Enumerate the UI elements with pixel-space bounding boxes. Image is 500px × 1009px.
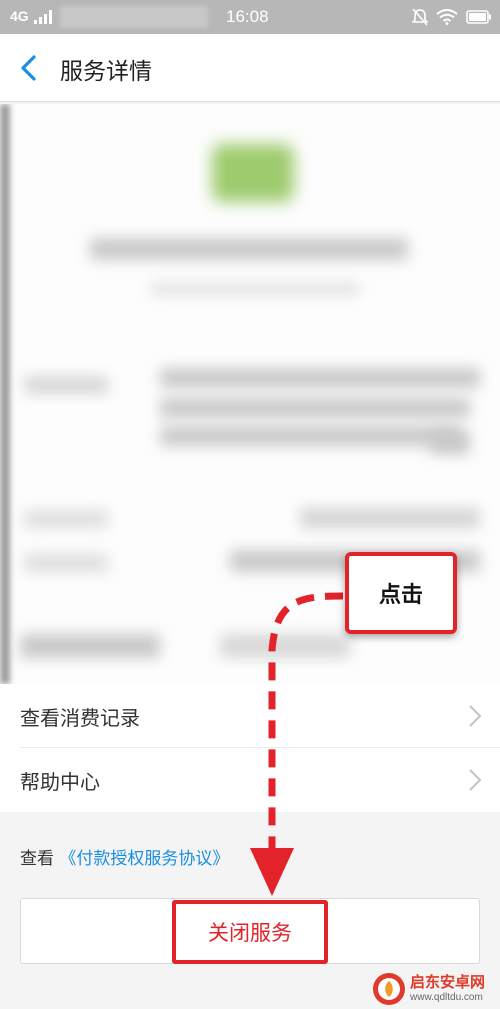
watermark-logo-icon (373, 972, 405, 1005)
mute-icon (412, 8, 428, 26)
nav-bar: 服务详情 (0, 34, 500, 102)
blur-block (220, 634, 350, 658)
status-bar: 4G 16:08 (0, 0, 500, 34)
network-type: 4G (10, 8, 29, 24)
battery-icon (466, 10, 491, 24)
blur-block (20, 634, 160, 658)
blur-block (430, 430, 470, 454)
click-callout: 点击 (345, 552, 457, 634)
blur-block (24, 554, 108, 572)
watermark: 启东安卓网 www.qdltdu.com (372, 968, 500, 1009)
watermark-text: 启东安卓网 www.qdltdu.com (410, 972, 486, 1003)
blur-edge (0, 104, 10, 684)
status-blur (60, 6, 208, 28)
menu-item-label: 帮助中心 (20, 770, 100, 794)
watermark-name: 启东安卓网 (410, 972, 486, 991)
blur-block (160, 426, 460, 446)
agreement-link[interactable]: 《付款授权服务协议》 (59, 849, 229, 869)
agreement-line: 查看 《付款授权服务协议》 (20, 844, 229, 869)
menu-list: 查看消费记录 帮助中心 (0, 684, 500, 812)
service-logo (212, 144, 294, 202)
wifi-icon (436, 9, 458, 25)
menu-item-help-center[interactable]: 帮助中心 (20, 748, 500, 812)
menu-item-label: 查看消费记录 (20, 706, 140, 730)
menu-item-consumption-records[interactable]: 查看消费记录 (20, 684, 500, 748)
blur-block (150, 284, 360, 294)
status-time: 16:08 (226, 7, 269, 26)
signal-icon (34, 10, 52, 24)
back-arrow-icon[interactable] (16, 54, 42, 82)
agreement-prefix: 查看 (20, 849, 54, 869)
chevron-right-icon (469, 769, 482, 791)
blur-block (160, 398, 470, 418)
page-title: 服务详情 (60, 59, 152, 85)
blur-block (24, 376, 108, 394)
blur-block (90, 238, 408, 260)
status-icons (412, 8, 492, 26)
close-service-highlight (172, 900, 328, 964)
blur-block (160, 368, 480, 388)
watermark-url: www.qdltdu.com (410, 991, 483, 1003)
chevron-right-icon (469, 705, 482, 727)
blur-block (300, 508, 480, 528)
blur-block (24, 510, 108, 528)
